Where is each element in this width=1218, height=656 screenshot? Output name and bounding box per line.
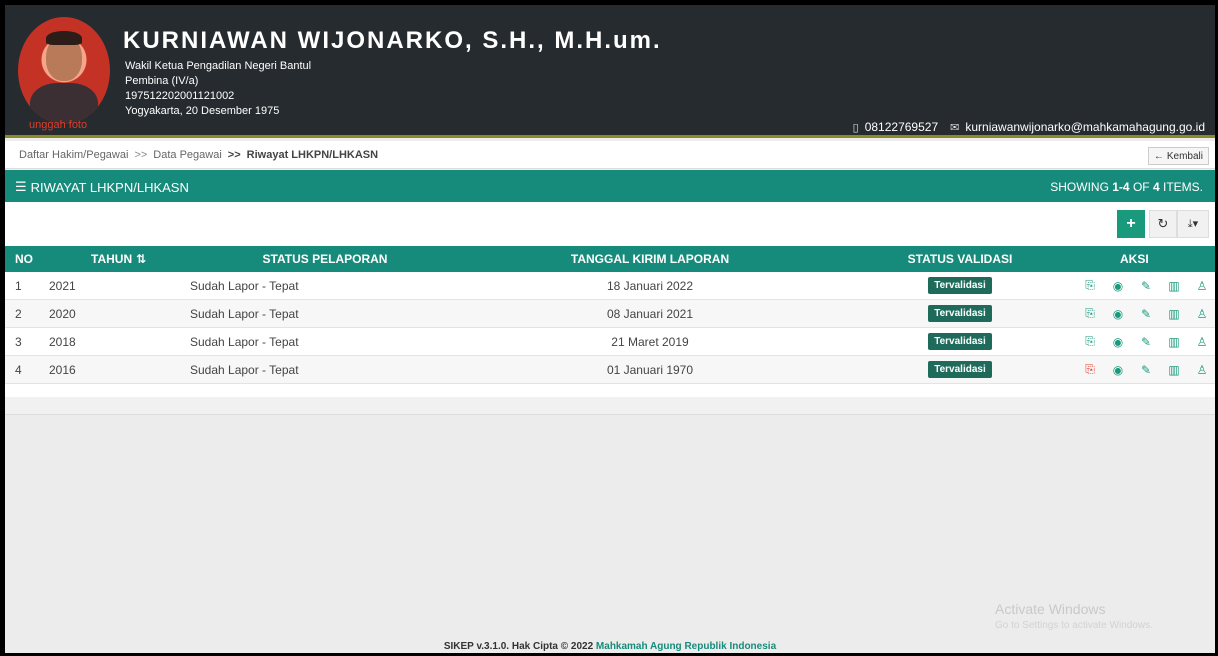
header-aksi: AKSI [1120,252,1149,266]
trash-icon[interactable]: ▥ [1167,363,1181,377]
validation-badge: Tervalidasi [928,333,992,350]
row-no: 4 [15,362,22,377]
row-status: Sudah Lapor - Tepat [190,362,299,377]
eye-icon[interactable]: ◉ [1111,363,1125,377]
header-status: STATUS PELAPORAN [262,252,388,266]
employee-nip: 197512202001121002 [125,90,235,102]
panel-title: ☰ RIWAYAT LHKPN/LHKASN [15,179,189,195]
user-icon[interactable]: ♙ [1195,279,1209,293]
trash-icon[interactable]: ▥ [1167,307,1181,321]
trash-icon[interactable]: ▥ [1167,335,1181,349]
row-tanggal: 01 Januari 1970 [606,362,694,377]
export-icon: ⤓▾ [1187,218,1199,230]
row-tahun: 2020 [49,306,76,321]
back-button-label: Kembali [1166,150,1203,162]
table-row: 3 2018 Sudah Lapor - Tepat 21 Maret 2019 Ter… [5,328,1215,356]
table-row: 2 2020 Sudah Lapor - Tepat 08 Januari 2021 T… [5,300,1215,328]
row-status: Sudah Lapor - Tepat [190,278,299,293]
back-button[interactable]: ← Kembali [1147,147,1209,165]
row-tahun: 2016 [49,362,76,377]
row-status: Sudah Lapor - Tepat [190,334,299,349]
trash-icon[interactable]: ▥ [1167,279,1181,293]
grid-toolbar: + ↻ ⤓▾ [5,202,1215,246]
panel-heading: ☰ RIWAYAT LHKPN/LHKASN SHOWING 1-4 OF 4 … [5,170,1215,202]
employee-name: KURNIAWAN WIJONARKO, S.H., M.H.um. [123,27,662,54]
profile-header: unggah foto KURNIAWAN WIJONARKO, S.H., M… [5,5,1215,138]
eye-icon[interactable]: ◉ [1111,279,1125,293]
avatar[interactable] [18,17,110,124]
table-header: NO TAHUN ⇅ STATUS PELAPORAN TANGGAL KIRI… [5,246,1215,272]
validation-badge: Tervalidasi [928,305,992,322]
employee-birth: Yogyakarta, 20 Desember 1975 [125,105,280,117]
arrow-left-icon: ← [1153,150,1164,162]
add-button[interactable]: + [1117,210,1145,238]
row-actions: ⎘ ◉ ✎ ▥ ♙ [1065,356,1215,383]
row-tanggal: 21 Maret 2019 [611,334,689,349]
table-row: 1 2021 Sudah Lapor - Tepat 18 Januari 2022 T… [5,272,1215,300]
pencil-icon[interactable]: ✎ [1139,363,1153,377]
pencil-icon[interactable]: ✎ [1139,307,1153,321]
list-icon: ☰ [15,179,27,194]
envelope-icon: ✉ [950,121,960,134]
export-dropdown-button[interactable]: ⤓▾ [1177,210,1209,238]
breadcrumb-separator: >> [227,149,241,161]
phone-icon: ▯ [852,121,859,134]
pdf-icon[interactable]: ⎘ [1083,334,1097,349]
row-no: 3 [15,334,22,349]
employee-rank: Pembina (IV/a) [125,75,199,87]
breadcrumb-bar: Daftar Hakim/Pegawai >> Data Pegawai >> … [5,141,1215,169]
header-tanggal: TANGGAL KIRIM LAPORAN [570,252,730,266]
refresh-icon: ↻ [1157,216,1169,231]
row-tahun: 2018 [49,334,76,349]
breadcrumb-current: Riwayat LHKPN/LHKASN [246,149,379,161]
phone-number: 08122769527 [864,120,939,134]
windows-watermark-subtitle: Go to Settings to activate Windows. [995,620,1153,631]
breadcrumb-item-data-pegawai[interactable]: Data Pegawai [153,149,222,161]
row-tahun: 2021 [49,278,76,293]
row-actions: ⎘ ◉ ✎ ▥ ♙ [1065,300,1215,327]
header-validasi: STATUS VALIDASI [907,252,1013,266]
page-footer: SIKEP v.3.1.0. Hak Cipta © 2022 Mahkamah… [5,641,1215,653]
app-frame: unggah foto KURNIAWAN WIJONARKO, S.H., M… [5,5,1215,653]
upload-photo-link[interactable]: unggah foto [29,119,87,131]
row-tanggal: 08 Januari 2021 [606,306,694,321]
table-body: 1 2021 Sudah Lapor - Tepat 18 Januari 2022 T… [5,272,1215,384]
pencil-icon[interactable]: ✎ [1139,279,1153,293]
user-icon[interactable]: ♙ [1195,363,1209,377]
sort-icon: ⇅ [136,252,147,266]
employee-position: Wakil Ketua Pengadilan Negeri Bantul [125,60,312,72]
row-no: 1 [15,278,22,293]
row-no: 2 [15,306,22,321]
row-actions: ⎘ ◉ ✎ ▥ ♙ [1065,272,1215,299]
email-address: kurniawanwijonarko@mahkamahagung.go.id [965,120,1205,134]
refresh-button[interactable]: ↻ [1149,210,1177,238]
header-no: NO [15,252,33,266]
validation-badge: Tervalidasi [928,361,992,378]
footer-link[interactable]: Mahkamah Agung Republik Indonesia [596,641,776,652]
plus-icon: + [1126,215,1136,232]
breadcrumb-separator: >> [134,149,148,161]
lhkpn-table: NO TAHUN ⇅ STATUS PELAPORAN TANGGAL KIRI… [5,246,1215,400]
row-tanggal: 18 Januari 2022 [606,278,694,293]
breadcrumb: Daftar Hakim/Pegawai >> Data Pegawai >> … [19,149,378,161]
row-actions: ⎘ ◉ ✎ ▥ ♙ [1065,328,1215,355]
user-icon[interactable]: ♙ [1195,335,1209,349]
eye-icon[interactable]: ◉ [1111,307,1125,321]
pdf-icon[interactable]: ⎘ [1083,306,1097,321]
header-tahun[interactable]: TAHUN ⇅ [91,246,146,272]
row-status: Sudah Lapor - Tepat [190,306,299,321]
pdf-icon[interactable]: ⎘ [1083,362,1097,377]
table-footer-bar [5,397,1215,415]
pdf-icon[interactable]: ⎘ [1083,278,1097,293]
table-row: 4 2016 Sudah Lapor - Tepat 01 Januari 1970 T… [5,356,1215,384]
user-icon[interactable]: ♙ [1195,307,1209,321]
pencil-icon[interactable]: ✎ [1139,335,1153,349]
contact-info: ▯ 08122769527 ✉ kurniawanwijonarko@mahka… [853,120,1205,134]
eye-icon[interactable]: ◉ [1111,335,1125,349]
items-summary: SHOWING 1-4 OF 4 ITEMS. [1050,180,1203,194]
validation-badge: Tervalidasi [928,277,992,294]
windows-watermark-title: Activate Windows [995,601,1106,617]
footer-text: SIKEP v.3.1.0. Hak Cipta © 2022 [443,641,594,652]
breadcrumb-item-daftar[interactable]: Daftar Hakim/Pegawai [19,149,128,161]
